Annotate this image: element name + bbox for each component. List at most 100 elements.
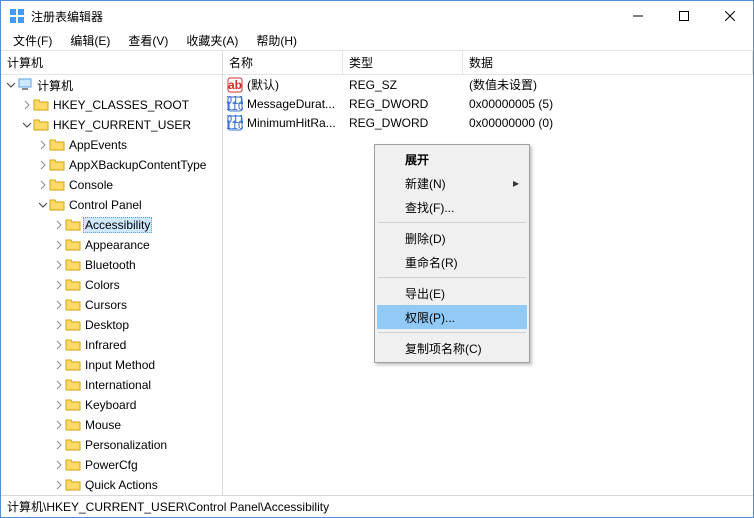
menu-separator xyxy=(378,277,526,278)
tree-node[interactable]: Infrared xyxy=(1,335,222,355)
tree-twisty-icon[interactable] xyxy=(37,139,49,151)
tree-twisty-icon[interactable] xyxy=(5,79,17,91)
tree-twisty-icon[interactable] xyxy=(53,419,65,431)
tree-twisty-icon[interactable] xyxy=(53,239,65,251)
menu-file[interactable]: 文件(F) xyxy=(5,30,60,51)
tree-twisty-icon[interactable] xyxy=(53,459,65,471)
tree-twisty-icon[interactable] xyxy=(53,279,65,291)
tree-node[interactable]: Mouse xyxy=(1,415,222,435)
menu-item-export[interactable]: 导出(E) xyxy=(377,281,527,305)
tree-node[interactable]: HKEY_CURRENT_USER xyxy=(1,115,222,135)
tree-node-label: Keyboard xyxy=(83,397,138,413)
tree-body[interactable]: 计算机HKEY_CLASSES_ROOTHKEY_CURRENT_USERApp… xyxy=(1,75,222,495)
tree-node[interactable]: Cursors xyxy=(1,295,222,315)
maximize-button[interactable] xyxy=(661,1,707,31)
menu-item-label: 导出(E) xyxy=(405,285,445,302)
folder-icon xyxy=(49,137,65,153)
tree-node-label: PowerCfg xyxy=(83,457,140,473)
tree-node[interactable]: Quick Actions xyxy=(1,475,222,495)
tree-node-label: Cursors xyxy=(83,297,129,313)
tree-twisty-icon[interactable] xyxy=(53,219,65,231)
tree-node[interactable]: Appearance xyxy=(1,235,222,255)
tree-twisty-icon[interactable] xyxy=(21,99,33,111)
tree-panel: 计算机 计算机HKEY_CLASSES_ROOTHKEY_CURRENT_USE… xyxy=(1,51,223,495)
tree-node[interactable]: AppEvents xyxy=(1,135,222,155)
menu-item-rename[interactable]: 重命名(R) xyxy=(377,250,527,274)
menu-item-permissions[interactable]: 权限(P)... xyxy=(377,305,527,329)
tree-twisty-icon[interactable] xyxy=(53,339,65,351)
menu-item-find[interactable]: 查找(F)... xyxy=(377,195,527,219)
folder-icon xyxy=(65,217,81,233)
tree-twisty-icon[interactable] xyxy=(53,479,65,491)
tree-node[interactable]: International xyxy=(1,375,222,395)
menu-separator xyxy=(378,332,526,333)
tree-twisty-icon[interactable] xyxy=(53,379,65,391)
value-name: MessageDurat... xyxy=(247,97,335,111)
tree-node-label: Bluetooth xyxy=(83,257,138,273)
tree-node-label: Quick Actions xyxy=(83,477,160,493)
menu-item-new[interactable]: 新建(N)▸ xyxy=(377,171,527,195)
tree-twisty-icon[interactable] xyxy=(53,259,65,271)
value-type: REG_DWORD xyxy=(343,97,463,111)
tree-twisty-icon[interactable] xyxy=(53,439,65,451)
tree-node-label: International xyxy=(83,377,153,393)
menu-view[interactable]: 查看(V) xyxy=(120,30,176,51)
tree-twisty-icon[interactable] xyxy=(37,159,49,171)
close-button[interactable] xyxy=(707,1,753,31)
list-col-data[interactable]: 数据 xyxy=(463,51,753,74)
list-row[interactable]: 011110MessageDurat...REG_DWORD0x00000005… xyxy=(223,94,753,113)
tree-node-label: Colors xyxy=(83,277,122,293)
menu-item-label: 权限(P)... xyxy=(405,309,455,326)
tree-node-label: Desktop xyxy=(83,317,131,333)
menu-favorites[interactable]: 收藏夹(A) xyxy=(178,30,246,51)
tree-twisty-icon[interactable] xyxy=(53,299,65,311)
tree-node-label: Input Method xyxy=(83,357,157,373)
tree-header[interactable]: 计算机 xyxy=(1,51,222,75)
tree-node-label: Console xyxy=(67,177,115,193)
tree-node[interactable]: Desktop xyxy=(1,315,222,335)
tree-node[interactable]: Accessibility xyxy=(1,215,222,235)
tree-node[interactable]: HKEY_CLASSES_ROOT xyxy=(1,95,222,115)
tree-node[interactable]: AppXBackupContentType xyxy=(1,155,222,175)
tree-node[interactable]: Control Panel xyxy=(1,195,222,215)
tree-node[interactable]: Colors xyxy=(1,275,222,295)
tree-node[interactable]: Keyboard xyxy=(1,395,222,415)
tree-twisty-icon[interactable] xyxy=(53,359,65,371)
list-row[interactable]: ab(默认)REG_SZ(数值未设置) xyxy=(223,75,753,94)
computer-icon xyxy=(17,77,33,93)
menu-help[interactable]: 帮助(H) xyxy=(248,30,305,51)
folder-icon xyxy=(49,197,65,213)
menu-item-label: 展开 xyxy=(405,151,429,168)
list-col-name[interactable]: 名称 xyxy=(223,51,343,74)
folder-icon xyxy=(65,317,81,333)
tree-node[interactable]: PowerCfg xyxy=(1,455,222,475)
folder-icon xyxy=(65,457,81,473)
list-col-type[interactable]: 类型 xyxy=(343,51,463,74)
menu-item-delete[interactable]: 删除(D) xyxy=(377,226,527,250)
folder-icon xyxy=(65,477,81,493)
tree-node-label: Control Panel xyxy=(67,197,144,213)
svg-text:ab: ab xyxy=(228,78,242,92)
tree-node-label: Personalization xyxy=(83,437,169,453)
menu-item-expand[interactable]: 展开 xyxy=(377,147,527,171)
list-row[interactable]: 011110MinimumHitRa...REG_DWORD0x00000000… xyxy=(223,113,753,132)
tree-node[interactable]: Input Method xyxy=(1,355,222,375)
app-icon xyxy=(9,8,25,24)
menu-item-copy-key-name[interactable]: 复制项名称(C) xyxy=(377,336,527,360)
tree-twisty-icon[interactable] xyxy=(53,319,65,331)
tree-twisty-icon[interactable] xyxy=(21,119,33,131)
content-area: 计算机 计算机HKEY_CLASSES_ROOTHKEY_CURRENT_USE… xyxy=(1,51,753,495)
tree-node-label: Infrared xyxy=(83,337,128,353)
folder-icon xyxy=(49,177,65,193)
tree-node-label: Mouse xyxy=(83,417,123,433)
tree-node[interactable]: Console xyxy=(1,175,222,195)
menu-edit[interactable]: 编辑(E) xyxy=(62,30,118,51)
tree-node[interactable]: Personalization xyxy=(1,435,222,455)
tree-twisty-icon[interactable] xyxy=(53,399,65,411)
value-data: (数值未设置) xyxy=(463,76,753,93)
tree-twisty-icon[interactable] xyxy=(37,199,49,211)
minimize-button[interactable] xyxy=(615,1,661,31)
tree-node[interactable]: 计算机 xyxy=(1,75,222,95)
tree-node[interactable]: Bluetooth xyxy=(1,255,222,275)
tree-twisty-icon[interactable] xyxy=(37,179,49,191)
